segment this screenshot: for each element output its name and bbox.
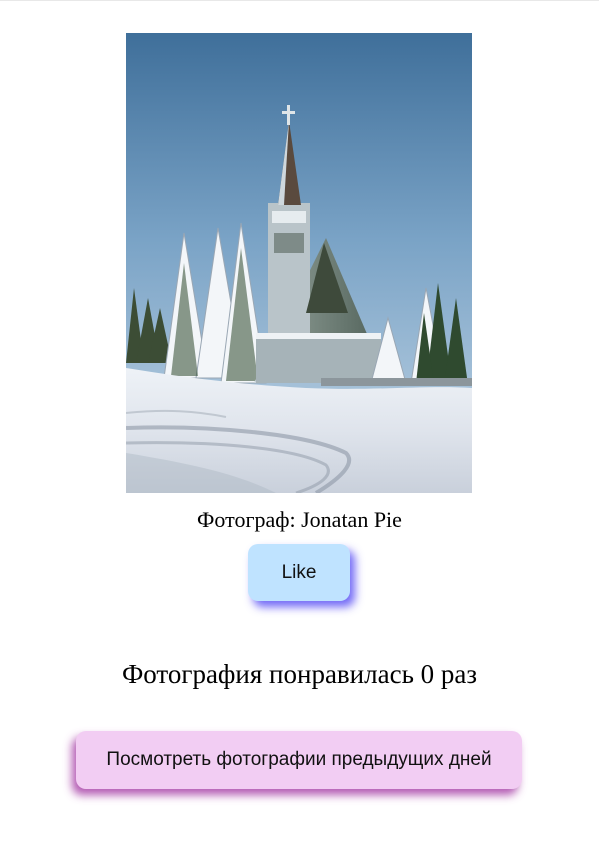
previous-days-photos-button[interactable]: Посмотреть фотографии предыдущих дней bbox=[76, 731, 522, 789]
like-button[interactable]: Like bbox=[248, 544, 350, 601]
photographer-caption: Фотограф: Jonatan Pie bbox=[197, 507, 402, 532]
top-divider bbox=[0, 0, 599, 1]
church-snow-image bbox=[126, 33, 472, 493]
likes-counter-text: Фотография понравилась 0 раз bbox=[121, 659, 478, 689]
photo-of-the-day bbox=[126, 33, 472, 493]
